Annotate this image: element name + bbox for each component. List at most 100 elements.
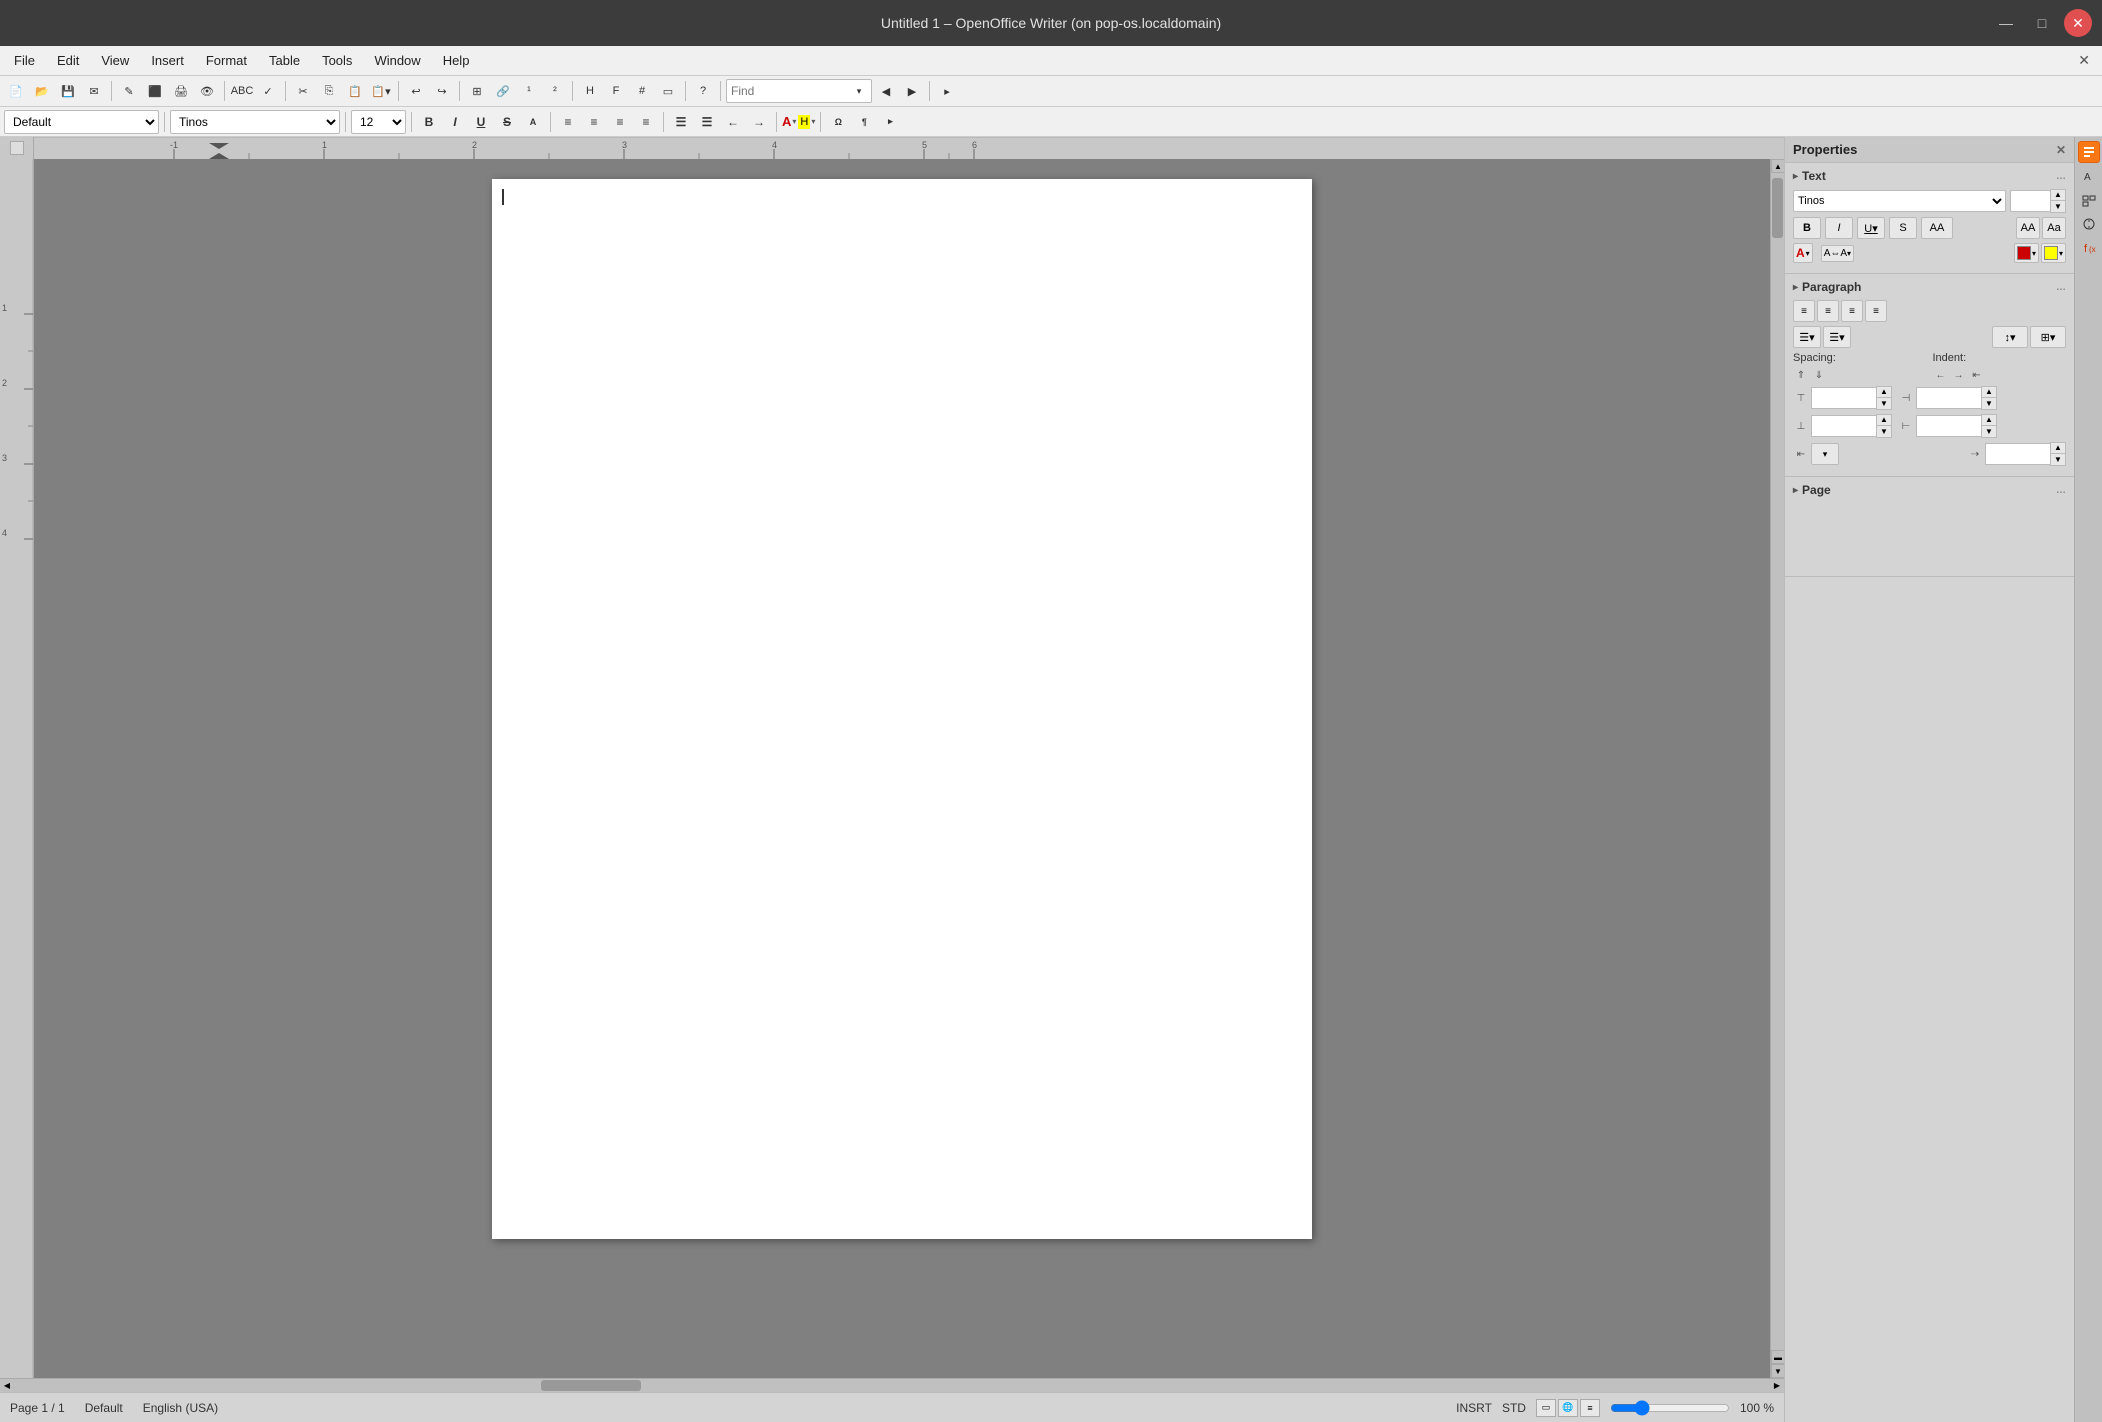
print-button[interactable]: 🖨 — [169, 79, 193, 103]
document-area[interactable] — [34, 159, 1770, 1378]
scroll-thumb[interactable] — [1772, 178, 1783, 238]
spacing-below-input[interactable]: 0.00 " — [1811, 415, 1876, 437]
char-spacing-btn[interactable]: A⇔A ▾ — [1821, 245, 1854, 262]
help-button[interactable]: ? — [691, 79, 715, 103]
para-num-list-btn[interactable]: ☰▾ — [1823, 326, 1851, 348]
close-button[interactable]: ✕ — [2064, 9, 2092, 37]
para-align-right[interactable]: ≡ — [1841, 300, 1863, 322]
sidebar-gallery-icon[interactable] — [2078, 189, 2100, 211]
panel-close-icon[interactable]: ✕ — [2056, 143, 2066, 157]
insert-header-button[interactable]: H — [578, 79, 602, 103]
indent-before-spinner[interactable]: 0.00 " ▲ ▼ — [1916, 386, 1997, 410]
paragraph-style-select[interactable]: Default — [4, 110, 159, 134]
h-scroll-thumb[interactable] — [541, 1380, 641, 1391]
sidebar-navigator-icon[interactable] — [2078, 213, 2100, 235]
align-center-button[interactable]: ≡ — [582, 110, 606, 134]
indent-after-input[interactable]: 0.00 " — [1916, 415, 1981, 437]
highlight-btn-group[interactable]: H ▾ — [798, 115, 815, 129]
spacing-above-spinner[interactable]: 0.00 " ▲ ▼ — [1811, 386, 1892, 410]
character-format-button[interactable]: Ω — [826, 110, 850, 134]
numbering-button[interactable]: ☰ — [695, 110, 719, 134]
split-button[interactable]: ▬ — [1771, 1350, 1784, 1364]
superscript-button[interactable]: A — [521, 110, 545, 134]
export-pdf-button[interactable]: ⬛ — [143, 79, 167, 103]
auto-spellcheck-button[interactable]: ✓ — [256, 79, 280, 103]
align-right-button[interactable]: ≡ — [608, 110, 632, 134]
menu-close-icon[interactable]: ✕ — [2070, 52, 2098, 69]
bold-button[interactable]: B — [417, 110, 441, 134]
menu-tools[interactable]: Tools — [312, 50, 362, 71]
h-scroll-left-button[interactable]: ◀ — [0, 1379, 14, 1392]
text-color-swatch-btn[interactable]: ▾ — [2014, 243, 2039, 263]
font-size-select[interactable]: 12 — [351, 110, 406, 134]
page-section-more[interactable]: … — [2056, 485, 2066, 496]
prop-italic-button[interactable]: I — [1825, 217, 1853, 239]
scroll-up-button[interactable]: ▲ — [1771, 159, 1784, 173]
align-left-button[interactable]: ≡ — [556, 110, 580, 134]
para-list-btn[interactable]: ☰▾ — [1793, 326, 1821, 348]
menu-edit[interactable]: Edit — [47, 50, 89, 71]
insert-frame-button[interactable]: ▭ — [656, 79, 680, 103]
para-spacing-btn[interactable]: ⊞▾ — [2030, 326, 2066, 348]
font-name-select[interactable]: Tinos — [170, 110, 340, 134]
vertical-scrollbar[interactable]: ▲ ▬ ▼ — [1770, 159, 1784, 1378]
indent-before-dec[interactable]: ▼ — [1982, 398, 1996, 409]
menu-format[interactable]: Format — [196, 50, 257, 71]
spacing-below-inc[interactable]: ▲ — [1877, 415, 1891, 426]
toolbar-more-button[interactable]: ▸ — [935, 79, 959, 103]
prop-size-input[interactable]: 12 — [2010, 190, 2050, 212]
spellcheck-button[interactable]: ABC — [230, 79, 254, 103]
copy-button[interactable]: ⎘ — [317, 79, 341, 103]
paragraph-section-more[interactable]: … — [2056, 282, 2066, 293]
prop-uppercase-button[interactable]: AA — [1921, 217, 1953, 239]
spacing-above-inc[interactable]: ▲ — [1877, 387, 1891, 398]
print-preview-button[interactable]: 👁 — [195, 79, 219, 103]
indent-before-inc[interactable]: ▲ — [1982, 387, 1996, 398]
paste-special-button[interactable]: 📋▾ — [369, 79, 393, 103]
indent-more-button[interactable]: → — [747, 110, 771, 134]
size-increment[interactable]: ▲ — [2051, 190, 2065, 201]
prop-mixedcase-button[interactable]: Aa — [2042, 217, 2066, 239]
first-line-inc[interactable]: ▲ — [2051, 443, 2065, 454]
first-line-input[interactable]: 0.00 " — [1985, 443, 2050, 465]
toolbar-fmt-more-button[interactable]: ▸ — [878, 110, 902, 134]
insert-footer-button[interactable]: F — [604, 79, 628, 103]
text-section-toggle[interactable]: ▸ — [1793, 171, 1798, 182]
spacing-above-dec[interactable]: ▼ — [1877, 398, 1891, 409]
save-button[interactable]: 💾 — [56, 79, 80, 103]
find-options-button[interactable]: ▾ — [851, 79, 867, 103]
strikethrough-button[interactable]: S — [495, 110, 519, 134]
align-justify-button[interactable]: ≡ — [634, 110, 658, 134]
indent-after-spinner[interactable]: 0.00 " ▲ ▼ — [1916, 414, 1997, 438]
indent-less-button[interactable]: ← — [721, 110, 745, 134]
prop-uppercase2-button[interactable]: AA — [2016, 217, 2040, 239]
new-button[interactable]: 📄 — [4, 79, 28, 103]
insert-page-number-button[interactable]: # — [630, 79, 654, 103]
spacing-below-spinner[interactable]: 0.00 " ▲ ▼ — [1811, 414, 1892, 438]
redo-button[interactable]: ↪ — [430, 79, 454, 103]
para-align-left[interactable]: ≡ — [1793, 300, 1815, 322]
ruler-corner-button[interactable] — [10, 141, 24, 155]
prop-underline-button[interactable]: U▾ — [1857, 217, 1885, 239]
text-section-more[interactable]: … — [2056, 171, 2066, 182]
page-section-toggle[interactable]: ▸ — [1793, 485, 1798, 496]
spacing-below-dec[interactable]: ▼ — [1877, 426, 1891, 437]
menu-view[interactable]: View — [91, 50, 139, 71]
document-page[interactable] — [492, 179, 1312, 1239]
menu-table[interactable]: Table — [259, 50, 310, 71]
menu-help[interactable]: Help — [433, 50, 480, 71]
sidebar-styles-icon[interactable]: A — [2078, 165, 2100, 187]
paragraph-section-toggle[interactable]: ▸ — [1793, 282, 1798, 293]
minimize-button[interactable]: — — [1992, 9, 2020, 37]
underline-button[interactable]: U — [469, 110, 493, 134]
insert-footnote-button[interactable]: ² — [543, 79, 567, 103]
prop-font-select[interactable]: Tinos — [1793, 190, 2006, 212]
find-next-button[interactable]: ▶ — [900, 79, 924, 103]
edit-doc-button[interactable]: ✎ — [117, 79, 141, 103]
insert-endnote-button[interactable]: ¹ — [517, 79, 541, 103]
horizontal-scrollbar[interactable]: ◀ ▶ — [0, 1378, 1784, 1392]
view-outline-button[interactable]: ≡ — [1580, 1399, 1600, 1417]
insert-table-button[interactable]: ⊞ — [465, 79, 489, 103]
h-scroll-right-button[interactable]: ▶ — [1770, 1379, 1784, 1392]
prop-shadow-button[interactable]: S — [1889, 217, 1917, 239]
